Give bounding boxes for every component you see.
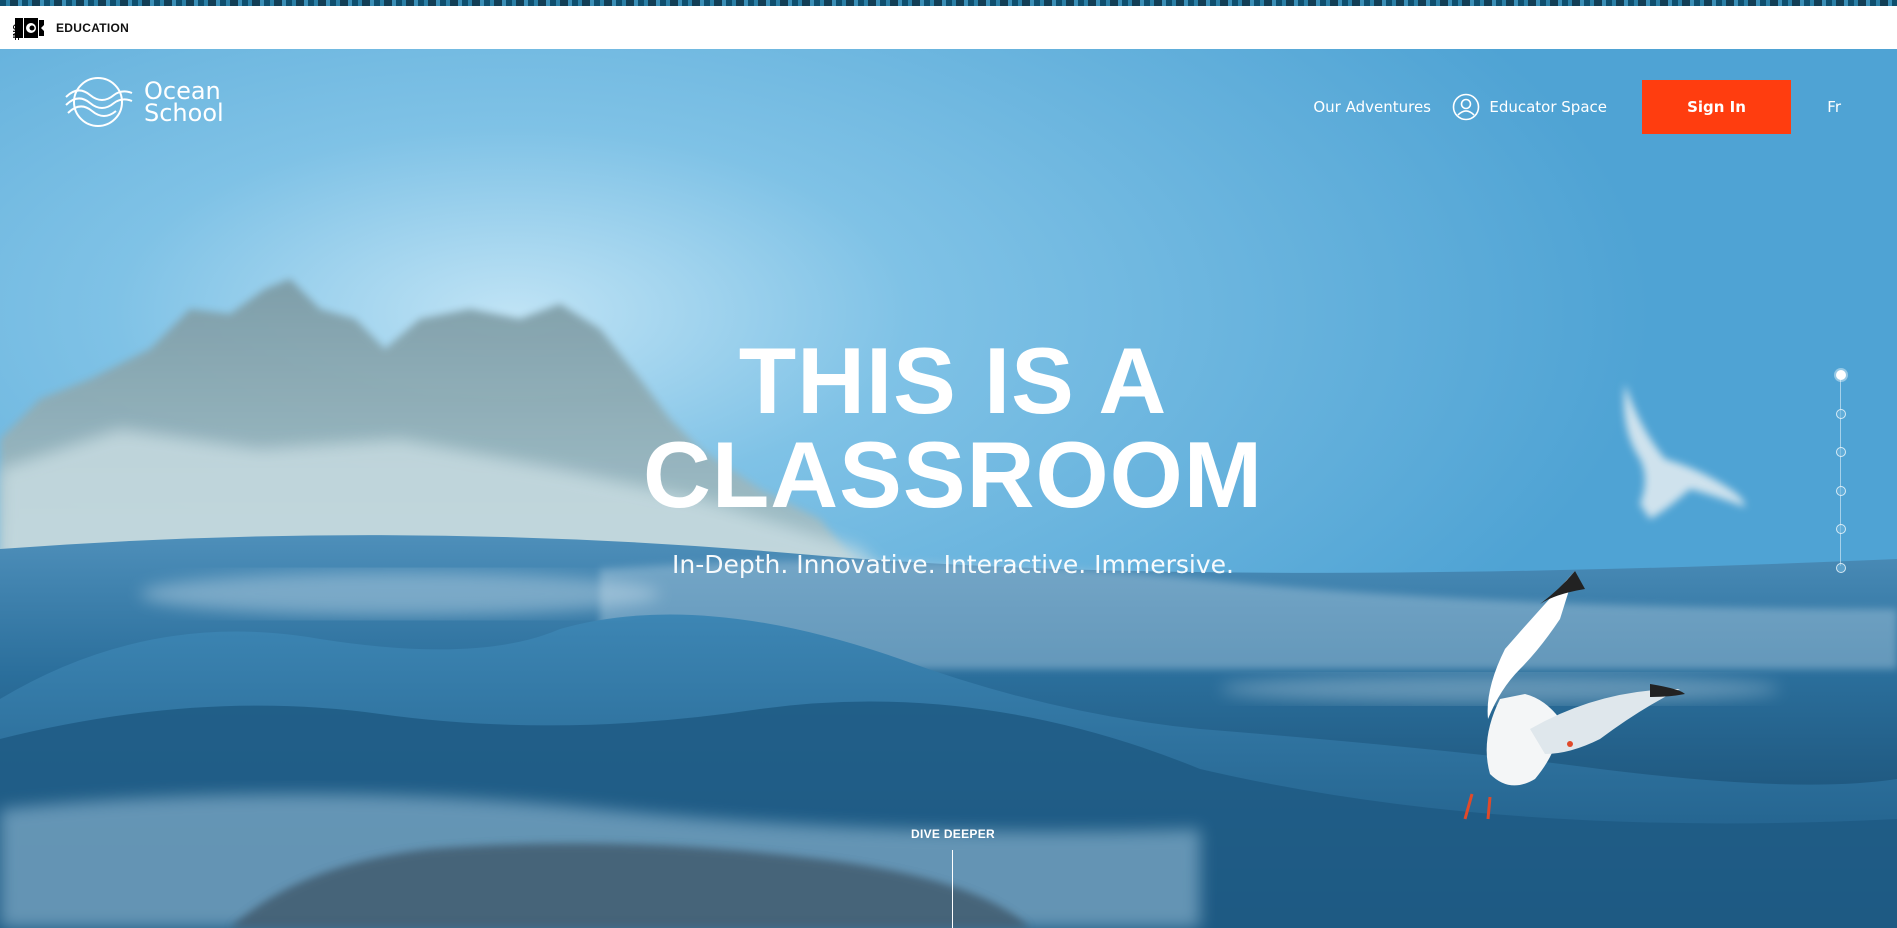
hero-title: THIS IS A CLASSROOM: [0, 334, 1897, 522]
nav-our-adventures[interactable]: Our Adventures: [1313, 98, 1431, 116]
section-dot-2[interactable]: [1836, 408, 1846, 419]
hero-title-line-1: THIS IS A: [738, 328, 1168, 433]
dive-deeper-link[interactable]: DIVE DEEPER: [0, 827, 1897, 841]
education-label: EDUCATION: [56, 20, 130, 35]
site-header: Ocean School Our Adventures Educator Spa…: [0, 49, 1897, 164]
nfb-education-bar: ONF EDUCATION: [0, 6, 1897, 50]
nfb-logo[interactable]: ONF: [6, 15, 46, 40]
nfb-logo-icon: ONF: [6, 15, 46, 40]
section-dot-nav: [1835, 370, 1847, 573]
section-dot-6[interactable]: [1836, 562, 1846, 573]
main-nav: Our Adventures Educator Space Sign In Fr: [0, 80, 1897, 134]
section-dot-3[interactable]: [1836, 447, 1846, 457]
page: ONF EDUCATION: [0, 0, 1897, 928]
language-toggle[interactable]: Fr: [1827, 98, 1841, 116]
section-dot-5[interactable]: [1836, 524, 1846, 534]
section-dot-1[interactable]: [1836, 370, 1846, 380]
dive-deeper-line: [952, 850, 953, 928]
nav-educator-label: Educator Space: [1489, 98, 1607, 116]
nav-educator-space[interactable]: Educator Space: [1452, 93, 1607, 121]
hero-subtitle: In-Depth. Innovative. Interactive. Immer…: [672, 550, 1234, 579]
section-dot-4[interactable]: [1836, 485, 1846, 496]
user-circle-icon: [1452, 93, 1480, 121]
sign-in-button[interactable]: Sign In: [1642, 80, 1791, 134]
dot-nav-track: [1840, 376, 1841, 566]
hero-title-line-2: CLASSROOM: [643, 422, 1263, 527]
